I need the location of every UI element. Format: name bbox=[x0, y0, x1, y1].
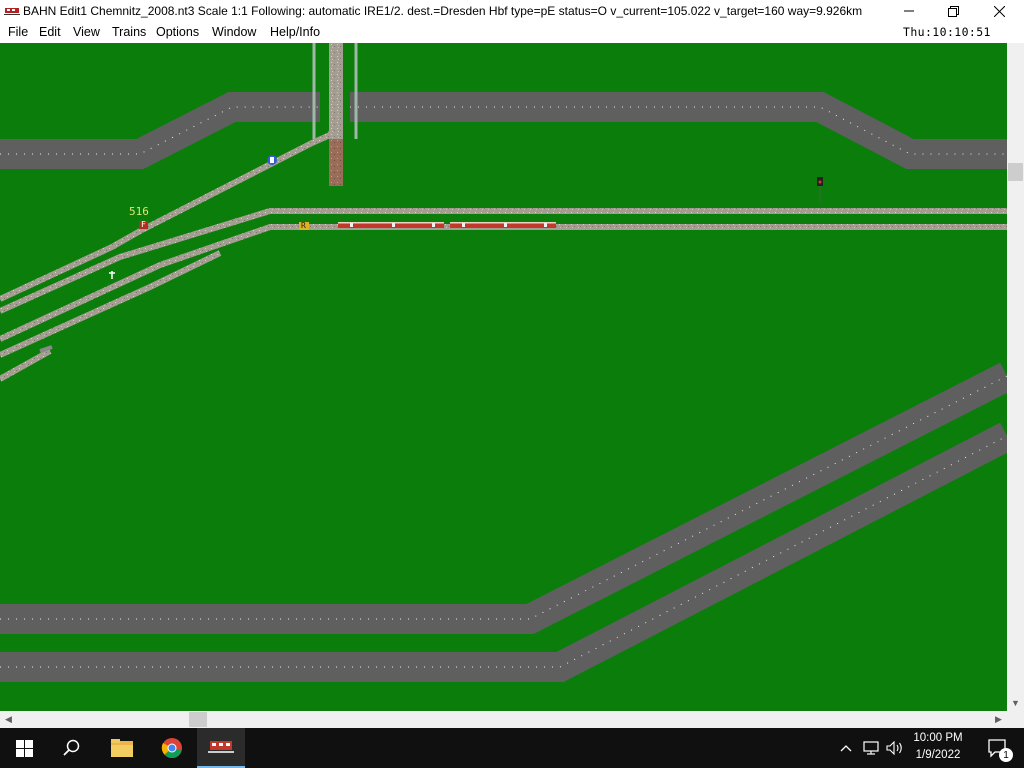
window-title: BAHN Edit1 Chemnitz_2008.nt3 Scale 1:1 F… bbox=[23, 4, 863, 18]
network-icon bbox=[863, 741, 879, 755]
menu-file[interactable]: File bbox=[8, 25, 28, 39]
menu-help-info[interactable]: Help/Info bbox=[270, 25, 320, 39]
volume-button[interactable] bbox=[884, 728, 906, 768]
notification-center-button[interactable]: 1 bbox=[978, 728, 1018, 768]
chevron-up-icon bbox=[840, 745, 852, 752]
search-icon bbox=[63, 739, 80, 756]
scrollbar-corner bbox=[1007, 711, 1024, 728]
windows-start-icon bbox=[15, 739, 33, 757]
scroll-right-arrow[interactable]: ▶ bbox=[990, 711, 1007, 728]
signal-number-label: 516 bbox=[129, 205, 149, 218]
chrome-button[interactable] bbox=[148, 728, 196, 768]
volume-icon bbox=[886, 741, 902, 755]
main-tracks bbox=[0, 208, 1007, 382]
close-icon bbox=[993, 5, 1005, 17]
signal-right[interactable] bbox=[817, 177, 823, 203]
bahn-taskbar-button[interactable] bbox=[197, 728, 245, 768]
railway-canvas[interactable]: 516 F R bbox=[0, 43, 1007, 711]
chrome-icon bbox=[161, 738, 182, 758]
show-hidden-icons-button[interactable] bbox=[836, 728, 856, 768]
scroll-left-arrow[interactable]: ◀ bbox=[0, 711, 17, 728]
horizontal-scrollbar[interactable]: ◀ ▶ bbox=[0, 711, 1007, 728]
menu-view[interactable]: View bbox=[73, 25, 100, 39]
signal-letter-label: F bbox=[141, 220, 146, 229]
menu-window[interactable]: Window bbox=[212, 25, 256, 39]
bridge-track bbox=[312, 43, 358, 186]
search-button[interactable] bbox=[48, 728, 96, 768]
menu-trains[interactable]: Trains bbox=[112, 25, 146, 39]
close-button[interactable] bbox=[976, 0, 1022, 22]
file-explorer-icon bbox=[111, 739, 133, 757]
minimize-button[interactable] bbox=[886, 0, 932, 22]
menu-bar: File Edit View Trains Options Window Hel… bbox=[0, 22, 1024, 43]
simulation-clock: Thu:10:10:51 bbox=[903, 25, 991, 39]
taskbar: 10:00 PM 1/9/2022 1 bbox=[0, 728, 1024, 768]
train-icon bbox=[4, 8, 20, 15]
bahn-icon bbox=[208, 741, 234, 753]
train-marker-label: R bbox=[301, 221, 306, 230]
scroll-down-arrow[interactable]: ▼ bbox=[1007, 694, 1024, 711]
signal-blue[interactable] bbox=[267, 155, 277, 165]
restore-button[interactable] bbox=[930, 0, 976, 22]
start-button[interactable] bbox=[0, 728, 48, 768]
network-button[interactable] bbox=[860, 728, 882, 768]
tray-date[interactable]: 1/9/2022 bbox=[905, 749, 971, 761]
road-top bbox=[0, 92, 1007, 169]
notification-count-badge: 1 bbox=[999, 748, 1013, 762]
restore-icon bbox=[947, 5, 959, 17]
file-explorer-button[interactable] bbox=[98, 728, 146, 768]
tray-time[interactable]: 10:00 PM bbox=[905, 732, 971, 744]
horizontal-scroll-thumb[interactable] bbox=[189, 712, 207, 727]
menu-options[interactable]: Options bbox=[156, 25, 199, 39]
menu-edit[interactable]: Edit bbox=[39, 25, 61, 39]
signal-white-marker[interactable] bbox=[109, 271, 115, 279]
title-bar[interactable]: BAHN Edit1 Chemnitz_2008.nt3 Scale 1:1 F… bbox=[0, 0, 1024, 22]
minimize-icon bbox=[904, 10, 914, 12]
vertical-scrollbar[interactable]: ▼ bbox=[1007, 43, 1024, 711]
vertical-scroll-thumb[interactable] bbox=[1008, 163, 1023, 181]
